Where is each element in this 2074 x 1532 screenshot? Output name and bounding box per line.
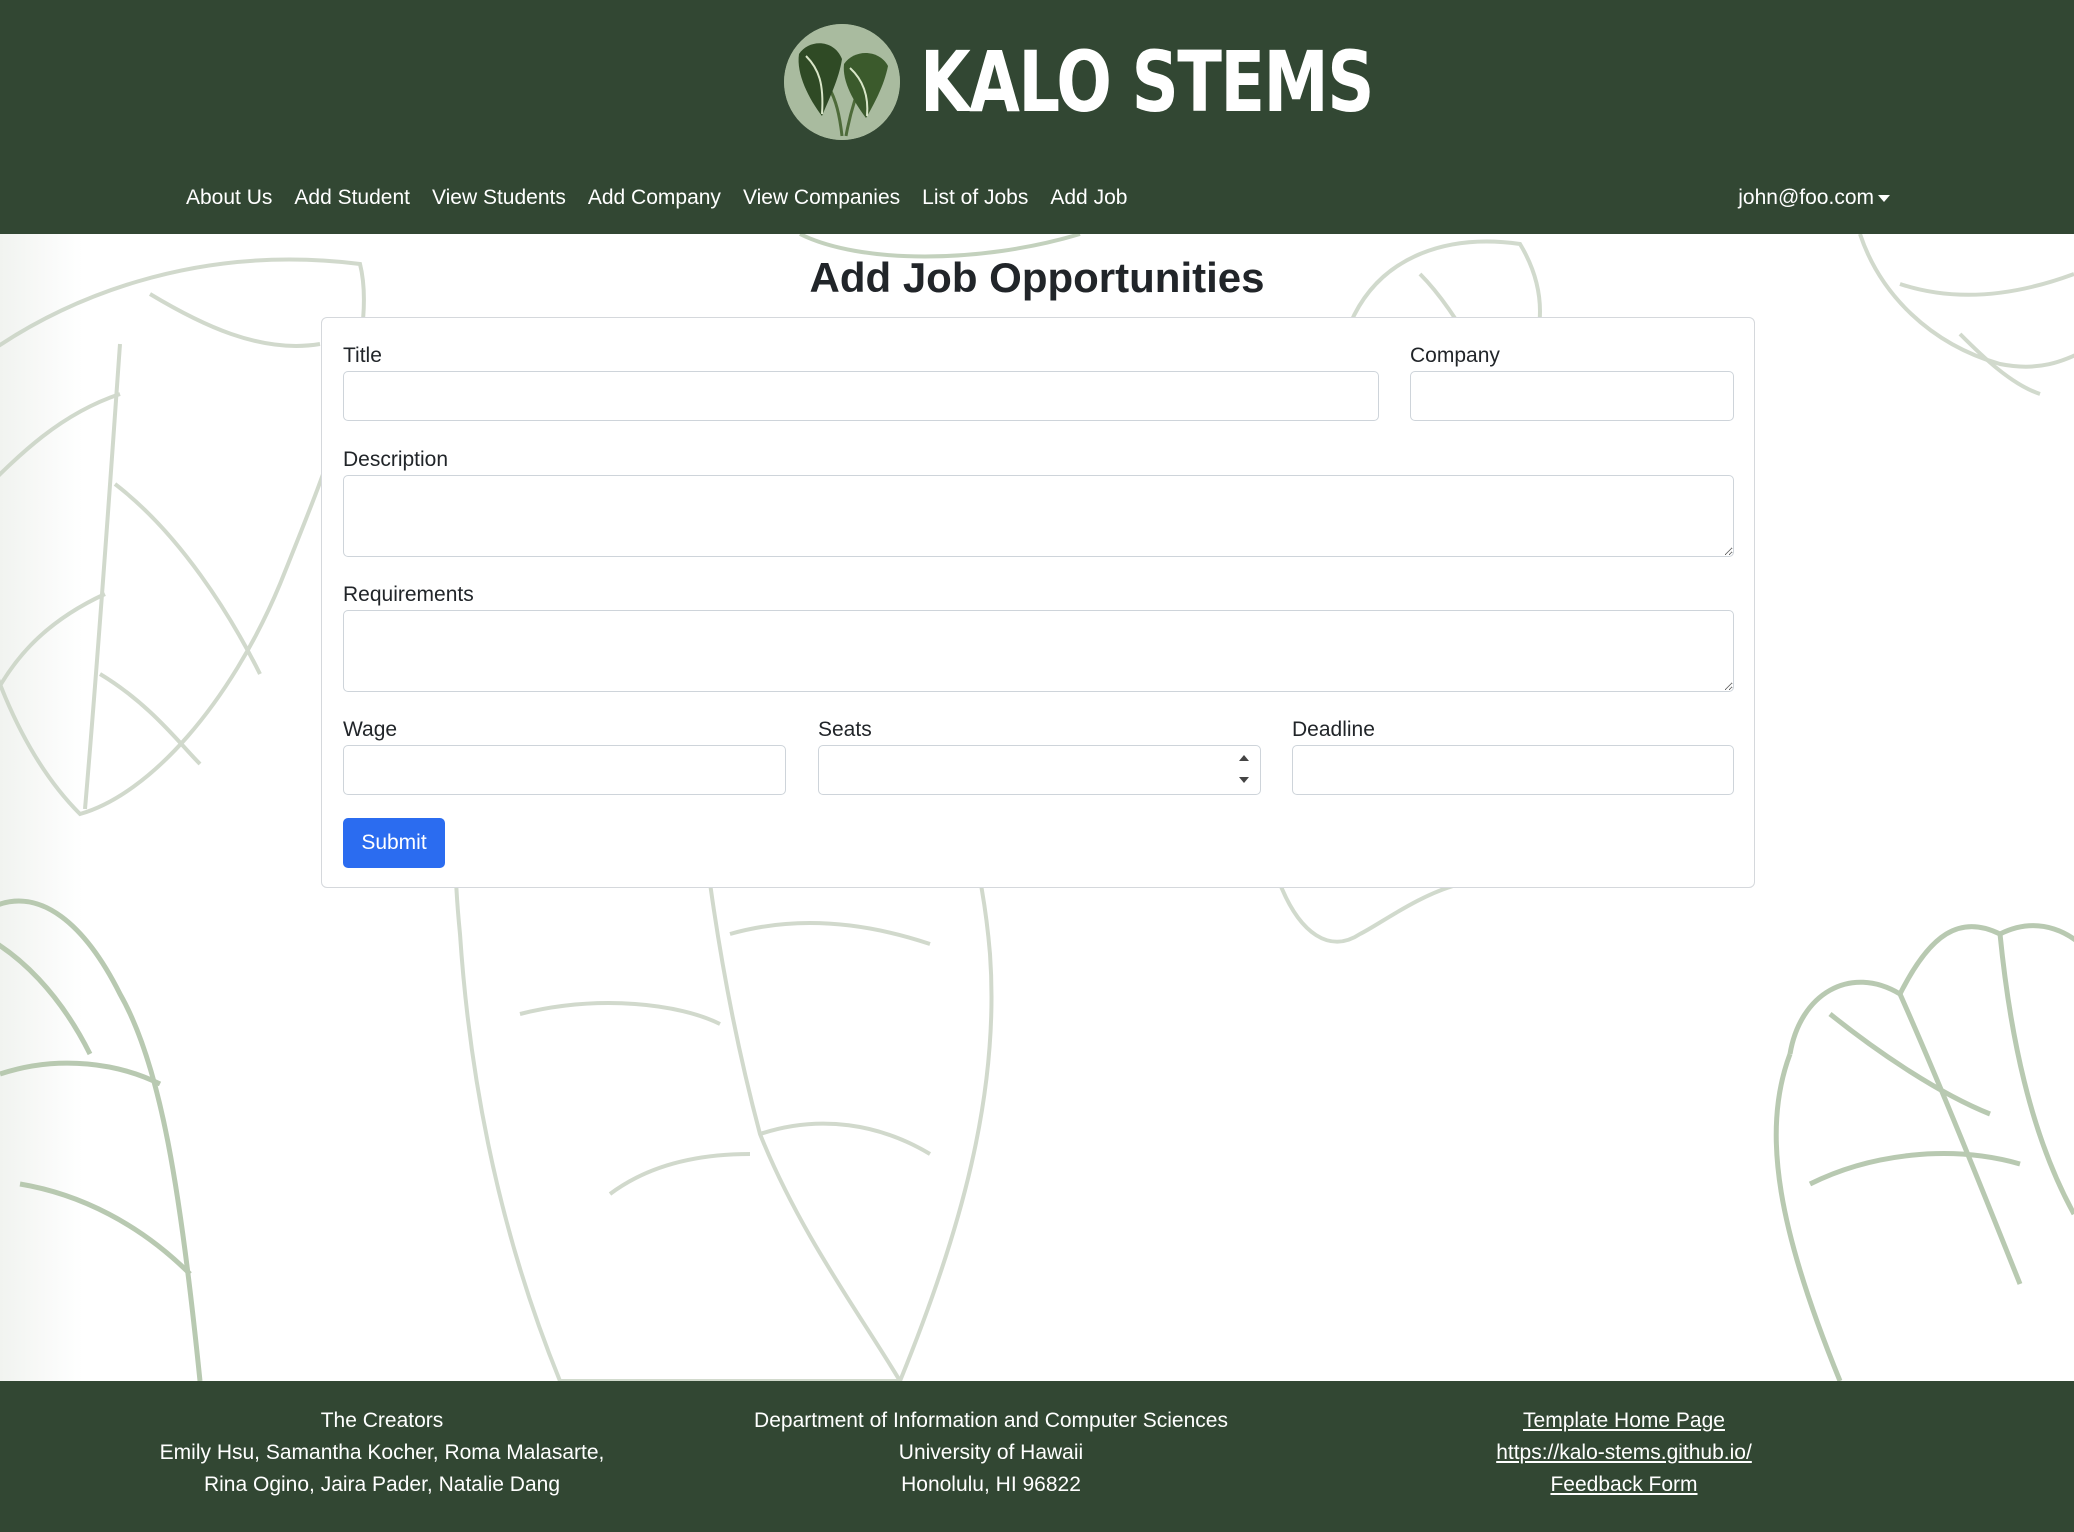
wage-label: Wage [343, 718, 398, 741]
description-label: Description [343, 448, 449, 471]
title-input[interactable] [343, 371, 1379, 421]
site-footer: The Creators Emily Hsu, Samantha Kocher,… [0, 1381, 2074, 1532]
seats-wrapper [818, 745, 1261, 795]
requirements-textarea[interactable] [343, 610, 1734, 692]
stepper-down-icon[interactable] [1239, 777, 1249, 783]
address-line-3: Honolulu, HI 96822 [901, 1473, 1081, 1496]
requirements-wrapper [343, 610, 1734, 692]
nav-add-student[interactable]: Add Student [283, 178, 421, 218]
caret-down-icon [1878, 194, 1890, 202]
submit-button[interactable]: Submit [343, 818, 445, 868]
add-job-form: Title Company Description Requirements W… [321, 317, 1755, 888]
feedback-form-link[interactable]: Feedback Form [1474, 1469, 1774, 1501]
nav-list-of-jobs[interactable]: List of Jobs [911, 178, 1039, 218]
template-home-link[interactable]: Template Home Page [1474, 1405, 1774, 1437]
deadline-input[interactable] [1292, 745, 1734, 795]
page-title: Add Job Opportunities [809, 254, 1265, 301]
creators-line-1: Emily Hsu, Samantha Kocher, Roma Malasar… [159, 1441, 605, 1464]
footer-address: Department of Information and Computer S… [731, 1405, 1251, 1501]
wage-input[interactable] [343, 745, 786, 795]
nav-add-job[interactable]: Add Job [1039, 178, 1138, 218]
nav-view-companies[interactable]: View Companies [732, 178, 911, 218]
description-textarea[interactable] [343, 475, 1734, 557]
requirements-label: Requirements [343, 583, 474, 606]
main-nav: About Us Add Student View Students Add C… [175, 178, 1138, 218]
footer-links: Template Home Page https://kalo-stems.gi… [1474, 1405, 1774, 1501]
seats-input[interactable] [818, 745, 1261, 795]
footer-creators: The Creators Emily Hsu, Samantha Kocher,… [138, 1405, 626, 1501]
company-label: Company [1410, 344, 1500, 367]
kalo-leaf-logo-icon [784, 24, 900, 140]
brand-name[interactable]: KALO STEMS [920, 40, 1374, 124]
nav-about-us[interactable]: About Us [175, 178, 283, 218]
site-url-link[interactable]: https://kalo-stems.github.io/ [1474, 1437, 1774, 1469]
stepper-up-icon[interactable] [1239, 755, 1249, 761]
address-line-1: Department of Information and Computer S… [754, 1409, 1228, 1432]
seats-stepper[interactable] [1237, 755, 1251, 783]
creators-line-2: Rina Ogino, Jaira Pader, Natalie Dang [203, 1473, 561, 1496]
creators-heading: The Creators [320, 1409, 444, 1432]
site-header: KALO STEMS About Us Add Student View Stu… [0, 0, 2074, 234]
nav-view-students[interactable]: View Students [421, 178, 577, 218]
seats-label: Seats [818, 718, 872, 741]
brand-logo[interactable]: KALO STEMS [784, 22, 1501, 142]
deadline-label: Deadline [1292, 718, 1375, 741]
address-line-2: University of Hawaii [898, 1441, 1084, 1464]
description-wrapper [343, 475, 1734, 557]
company-input[interactable] [1410, 371, 1734, 421]
user-dropdown[interactable]: john@foo.com [1738, 186, 1890, 210]
nav-add-company[interactable]: Add Company [577, 178, 732, 218]
user-email: john@foo.com [1738, 186, 1874, 209]
title-label: Title [343, 344, 382, 367]
